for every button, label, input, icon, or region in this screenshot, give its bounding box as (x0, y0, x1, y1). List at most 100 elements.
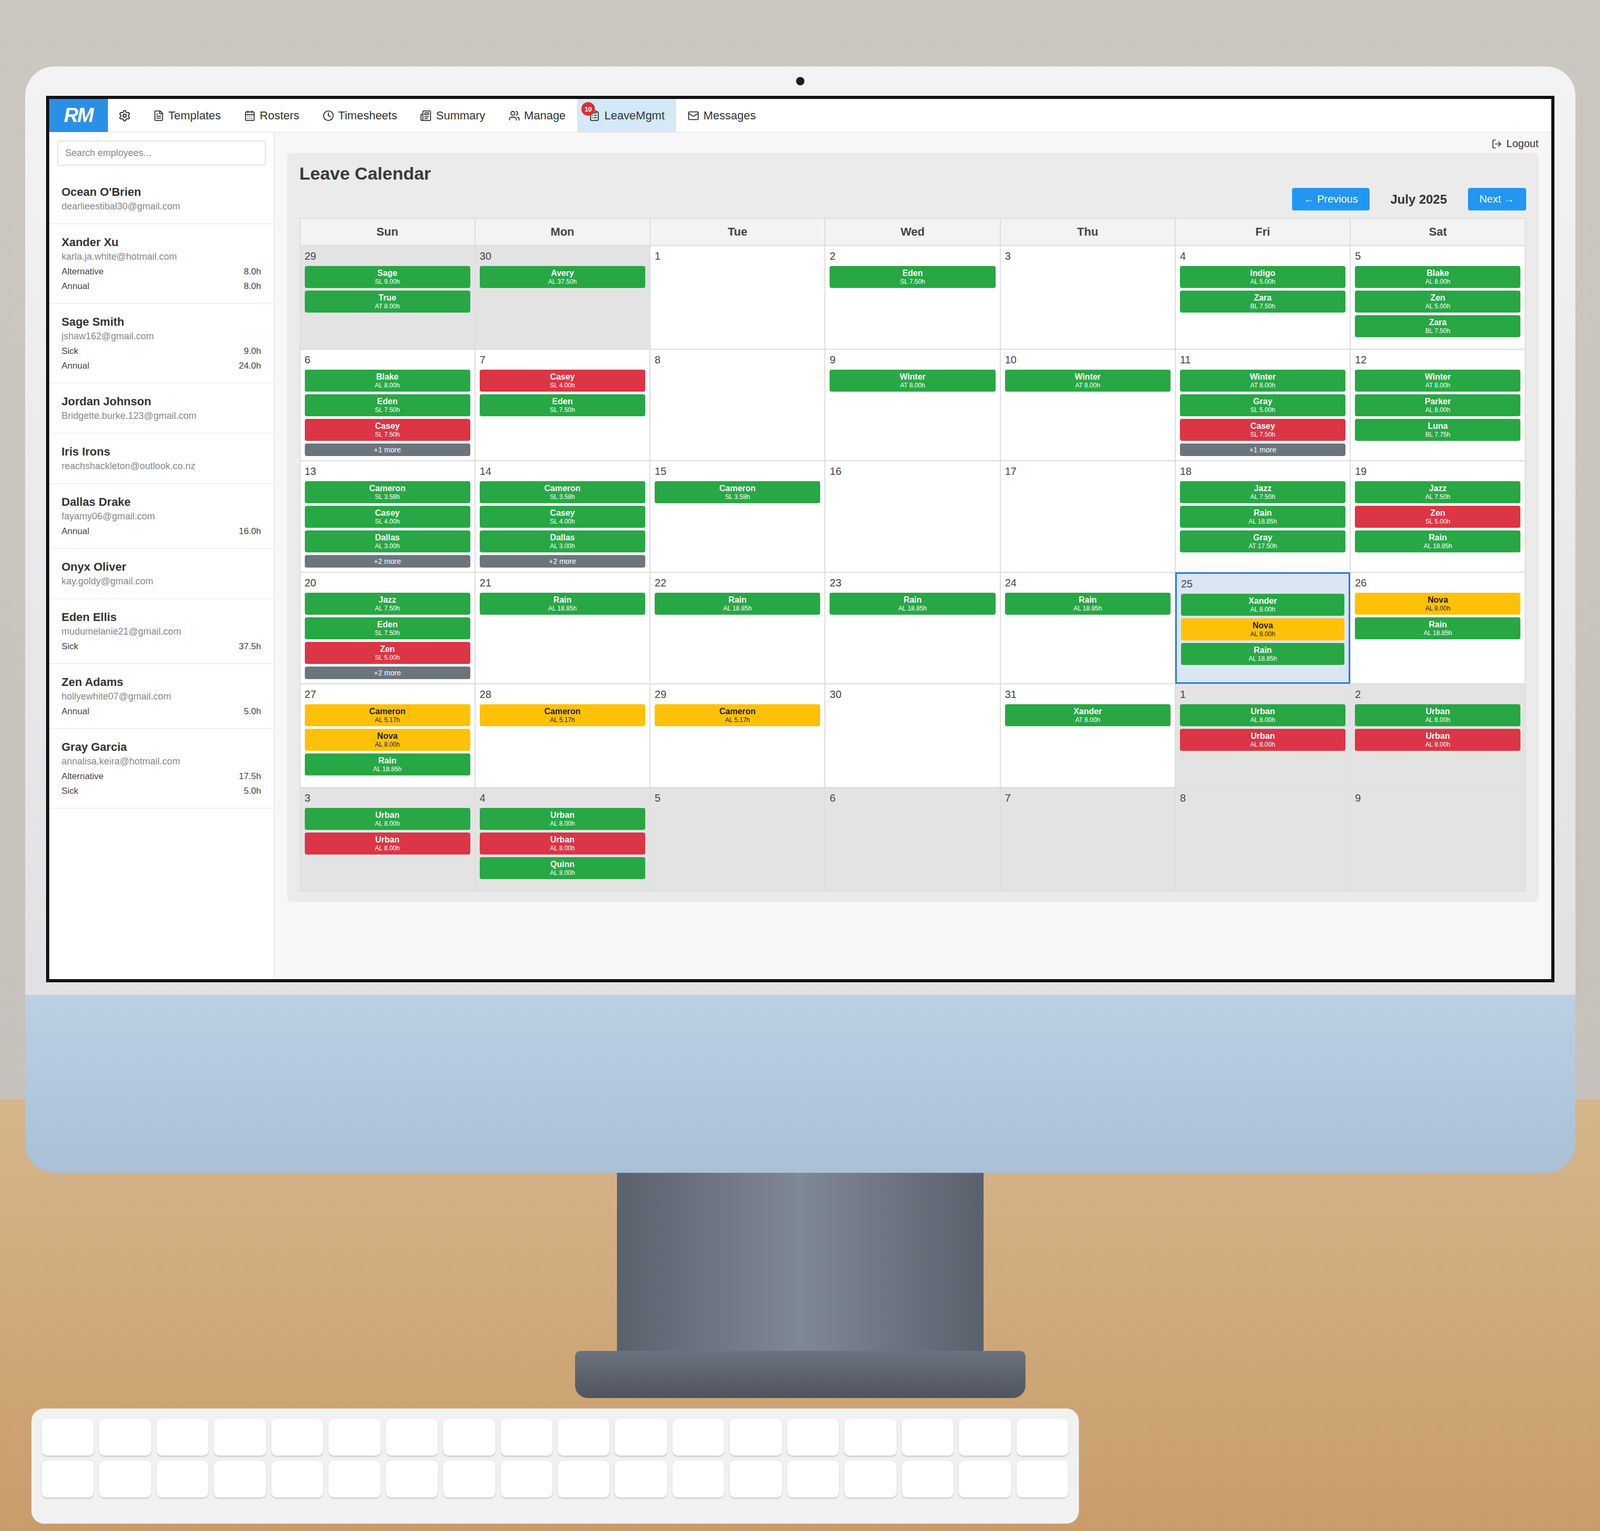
day-cell[interactable]: 11WinterAT 8.00hGraySL 5.00hCaseySL 7.50… (1175, 349, 1351, 461)
leave-entry[interactable]: WinterAT 8.00h (829, 369, 996, 392)
keyboard-key[interactable] (385, 1461, 438, 1498)
leave-entry[interactable]: UrbanAL 8.00h (1179, 704, 1346, 727)
day-cell[interactable]: 4IndigoAL 5.00hZaraBL 7.50h (1175, 245, 1351, 350)
leave-entry[interactable]: RainAL 18.85h (304, 753, 471, 776)
leave-entry[interactable]: UrbanAL 8.00h (1354, 729, 1521, 752)
day-cell[interactable]: 3UrbanAL 8.00hUrbanAL 8.00h (300, 787, 476, 892)
leave-entry[interactable]: WinterAT 8.00h (1179, 369, 1346, 392)
day-cell[interactable]: 16 (824, 460, 1000, 573)
employee-item[interactable]: Ocean O'Briendearlieestibal30@gmail.com (49, 173, 274, 225)
keyboard-key[interactable] (787, 1419, 840, 1456)
nav-tab[interactable]: Summary (408, 98, 497, 132)
day-cell[interactable]: 9WinterAT 8.00h (824, 349, 1000, 461)
leave-entry[interactable]: ZenAL 5.00h (1354, 290, 1521, 313)
day-cell[interactable]: 17 (1000, 460, 1176, 573)
leave-entry[interactable]: JazzAL 7.50h (1179, 481, 1346, 504)
leave-entry[interactable]: ZaraBL 7.50h (1179, 290, 1346, 313)
leave-entry[interactable]: BlakeAL 8.00h (304, 369, 471, 392)
day-cell[interactable]: 30 (824, 683, 1000, 788)
leave-entry[interactable]: EdenSL 7.50h (829, 266, 996, 289)
day-cell[interactable]: 2UrbanAL 8.00hUrbanAL 8.00h (1350, 683, 1526, 788)
day-cell[interactable]: 18JazzAL 7.50hRainAL 18.85hGrayAT 17.50h (1175, 460, 1351, 573)
day-cell[interactable]: 2EdenSL 7.50h (824, 245, 1000, 350)
leave-entry[interactable]: ZenSL 5.00h (1354, 505, 1521, 528)
keyboard-key[interactable] (614, 1461, 667, 1498)
keyboard-key[interactable] (901, 1419, 954, 1456)
leave-entry[interactable]: EdenSL 7.50h (479, 394, 646, 417)
employee-item[interactable]: Dallas Drakefayamy06@gmail.comAnnual16.0… (49, 483, 274, 549)
keyboard-key[interactable] (213, 1419, 266, 1456)
day-cell[interactable]: 5BlakeAL 8.00hZenAL 5.00hZaraBL 7.50h (1350, 245, 1526, 350)
logout-button[interactable]: Logout (1491, 137, 1539, 150)
settings-button[interactable] (107, 98, 142, 132)
day-cell[interactable]: 8 (649, 349, 825, 461)
leave-entry[interactable]: QuinnAL 8.00h (479, 857, 646, 880)
leave-entry[interactable]: ParkerAL 8.00h (1354, 394, 1521, 417)
keyboard-key[interactable] (271, 1419, 324, 1456)
leave-entry[interactable]: CaseySL 4.00h (479, 505, 646, 528)
nav-tab[interactable]: Templates (141, 98, 233, 132)
keyboard-key[interactable] (156, 1419, 209, 1456)
leave-entry[interactable]: GrayAT 17.50h (1179, 530, 1346, 553)
leave-entry[interactable]: XanderAL 8.00h (1181, 593, 1345, 616)
leave-entry[interactable]: UrbanAL 8.00h (304, 808, 471, 831)
keyboard-key[interactable] (729, 1419, 782, 1456)
day-cell[interactable]: 12WinterAT 8.00hParkerAL 8.00hLunaBL 7.7… (1350, 349, 1526, 461)
keyboard-key[interactable] (958, 1461, 1011, 1498)
leave-entry[interactable]: ZenSL 5.00h (304, 642, 471, 665)
employee-item[interactable]: Iris Ironsreachshackleton@outlook.co.nz (49, 433, 274, 484)
leave-entry[interactable]: RainAL 18.85h (1181, 643, 1345, 666)
leave-entry[interactable]: RainAL 18.85h (479, 592, 646, 615)
previous-button[interactable]: ← Previous (1292, 188, 1370, 211)
next-button[interactable]: Next → (1468, 188, 1527, 211)
leave-entry[interactable]: JazzAL 7.50h (304, 592, 471, 615)
day-cell[interactable]: 14CameronSL 3.58hCaseySL 4.00hDallasAL 3… (475, 460, 650, 573)
keyboard-key[interactable] (271, 1461, 324, 1498)
keyboard-key[interactable] (557, 1419, 610, 1456)
leave-entry[interactable]: CameronSL 3.58h (479, 481, 646, 504)
nav-tab[interactable]: Messages (676, 98, 768, 132)
keyboard-key[interactable] (41, 1419, 94, 1456)
nav-tab[interactable]: Timesheets (311, 98, 410, 132)
leave-entry[interactable]: CameronAL 5.17h (304, 704, 471, 727)
keyboard-key[interactable] (1016, 1461, 1069, 1498)
leave-entry[interactable]: CaseySL 7.50h (304, 418, 471, 441)
leave-entry[interactable]: WinterAT 8.00h (1354, 369, 1521, 392)
day-cell[interactable]: 13CameronSL 3.58hCaseySL 4.00hDallasAL 3… (300, 460, 476, 573)
leave-entry[interactable]: UrbanAL 8.00h (1354, 704, 1521, 727)
keyboard-key[interactable] (213, 1461, 266, 1498)
keyboard-key[interactable] (443, 1461, 495, 1498)
keyboard-key[interactable] (98, 1419, 151, 1456)
day-cell[interactable]: 20JazzAL 7.50hEdenSL 7.50hZenSL 5.00h+2 … (300, 572, 476, 684)
keyboard-key[interactable] (328, 1461, 381, 1498)
keyboard-key[interactable] (500, 1419, 553, 1456)
employee-item[interactable]: Eden Ellismudumelanie21@gmail.comSick37.… (49, 599, 274, 665)
leave-entry[interactable]: WinterAT 8.00h (1005, 369, 1171, 392)
keyboard-key[interactable] (98, 1461, 151, 1498)
more-entries-button[interactable]: +2 more (479, 555, 646, 568)
leave-entry[interactable]: IndigoAL 5.00h (1179, 266, 1346, 289)
nav-tab[interactable]: Rosters (232, 98, 312, 132)
day-cell[interactable]: 24RainAL 18.85h (1000, 572, 1176, 684)
keyboard-key[interactable] (844, 1461, 897, 1498)
search-input[interactable] (57, 140, 266, 166)
day-cell[interactable]: 21RainAL 18.85h (475, 572, 650, 684)
day-cell[interactable]: 4UrbanAL 8.00hUrbanAL 8.00hQuinnAL 8.00h (475, 787, 650, 892)
leave-entry[interactable]: RainAL 18.85h (829, 592, 996, 615)
employee-item[interactable]: Onyx Oliverkay.goldy@gmail.com (49, 548, 274, 600)
leave-entry[interactable]: SageSL 9.00h (304, 266, 471, 289)
keyboard-key[interactable] (328, 1419, 381, 1456)
logo[interactable]: RM (49, 98, 108, 132)
leave-entry[interactable]: JazzAL 7.50h (1354, 481, 1521, 504)
nav-tab[interactable]: 10LeaveMgmt (577, 98, 677, 132)
day-cell[interactable]: 26NovaAL 8.00hRainAL 18.85h (1350, 572, 1526, 684)
leave-entry[interactable]: UrbanAL 8.00h (1179, 729, 1346, 752)
leave-entry[interactable]: XanderAT 8.00h (1005, 704, 1171, 727)
day-cell[interactable]: 25XanderAL 8.00hNovaAL 8.00hRainAL 18.85… (1175, 572, 1351, 684)
keyboard-key[interactable] (156, 1461, 209, 1498)
employee-item[interactable]: Gray Garciaannalisa.keira@hotmail.comAlt… (49, 729, 274, 809)
keyboard-key[interactable] (1016, 1419, 1069, 1456)
leave-entry[interactable]: TrueAT 8.00h (304, 290, 471, 313)
keyboard-key[interactable] (500, 1461, 553, 1498)
leave-entry[interactable]: NovaAL 8.00h (1181, 618, 1345, 641)
